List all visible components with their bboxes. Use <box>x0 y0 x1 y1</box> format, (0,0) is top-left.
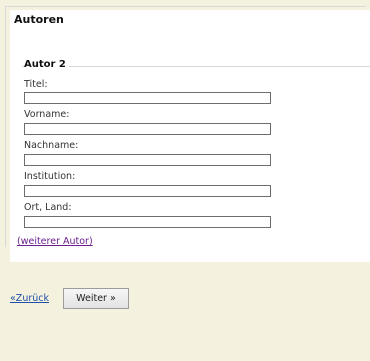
last-name-label: Nachname: <box>24 140 79 151</box>
back-link[interactable]: «Zurück <box>10 293 49 304</box>
location-input[interactable] <box>24 216 271 228</box>
institution-input[interactable] <box>24 185 271 197</box>
first-name-label: Vorname: <box>24 109 70 120</box>
add-author-link[interactable]: (weiterer Autor) <box>17 236 93 247</box>
next-button[interactable]: Weiter » <box>63 288 129 309</box>
title-input[interactable] <box>24 92 271 104</box>
last-name-input[interactable] <box>24 154 271 166</box>
author-heading: Autor 2 <box>24 59 69 70</box>
title-label: Titel: <box>24 79 48 90</box>
first-name-input[interactable] <box>24 123 271 135</box>
location-label: Ort, Land: <box>24 202 72 213</box>
authors-section-title: Autoren <box>12 13 66 26</box>
institution-label: Institution: <box>24 171 76 182</box>
